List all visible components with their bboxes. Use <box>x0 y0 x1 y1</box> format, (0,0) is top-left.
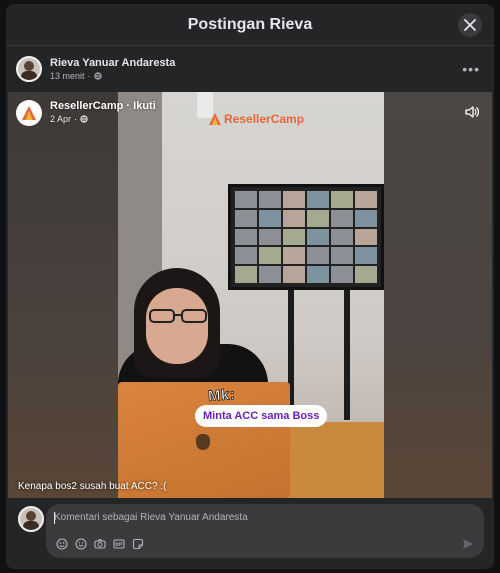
video-blur-right <box>384 92 492 498</box>
sticker-icon[interactable] <box>132 538 144 550</box>
globe-icon <box>93 72 102 80</box>
overlay-caption-pill: Minta ACC sama Boss <box>195 405 328 427</box>
shared-page-header: ResellerCamp · Ikuti 2 Apr · <box>16 100 156 126</box>
page-date[interactable]: 2 Apr <box>50 114 71 124</box>
meta-separator: · <box>87 71 91 81</box>
resellercamp-logo-icon <box>22 106 36 120</box>
overlay-label: Mk: <box>207 386 236 406</box>
avatar-sticker-icon[interactable] <box>56 538 68 550</box>
page-info: ResellerCamp · Ikuti 2 Apr · <box>50 100 156 124</box>
post-time[interactable]: 13 menit <box>50 71 85 81</box>
modal-header: Postingan Rieva <box>6 4 494 46</box>
comment-box[interactable] <box>46 504 484 558</box>
close-button[interactable] <box>458 13 482 37</box>
gif-icon[interactable] <box>113 538 125 550</box>
emoji-icon[interactable] <box>75 538 87 550</box>
tv-screen <box>228 184 384 290</box>
comment-tools <box>56 538 144 550</box>
commenter-avatar[interactable] <box>18 506 44 532</box>
globe-icon <box>80 115 88 123</box>
more-options-button[interactable]: ••• <box>458 59 484 79</box>
comment-input[interactable] <box>54 512 476 523</box>
author-name[interactable]: Rieva Yanuar Andaresta <box>50 57 175 69</box>
brand-text: ResellerCamp <box>224 112 305 126</box>
send-icon[interactable] <box>462 538 474 550</box>
brand-watermark: ResellerCamp <box>208 112 304 126</box>
volume-icon[interactable] <box>464 104 480 120</box>
page-meta: 2 Apr · <box>50 114 156 124</box>
meta-separator: · <box>74 114 78 124</box>
page-name-follow[interactable]: ResellerCamp · Ikuti <box>50 100 156 112</box>
camera-icon[interactable] <box>94 538 106 550</box>
post-modal: Postingan Rieva Rieva Yanuar Andaresta 1… <box>6 4 494 569</box>
video-frame: ResellerCamp <box>118 92 384 498</box>
close-icon <box>464 19 476 31</box>
glasses <box>149 309 207 323</box>
page-avatar[interactable] <box>16 100 42 126</box>
video-player[interactable]: ResellerCamp ResellerCamp · Ikuti 2 Apr … <box>8 92 492 498</box>
video-caption: Kenapa bos2 susah buat ACC? :( <box>18 481 167 492</box>
post-meta: 13 menit · <box>50 71 175 81</box>
post-author-row: Rieva Yanuar Andaresta 13 menit · ••• <box>16 52 484 86</box>
author-info: Rieva Yanuar Andaresta 13 menit · <box>50 57 175 81</box>
brand-logo-icon <box>209 113 221 125</box>
author-avatar[interactable] <box>16 56 42 82</box>
modal-title: Postingan Rieva <box>187 15 313 33</box>
video-blur-left <box>8 92 118 498</box>
